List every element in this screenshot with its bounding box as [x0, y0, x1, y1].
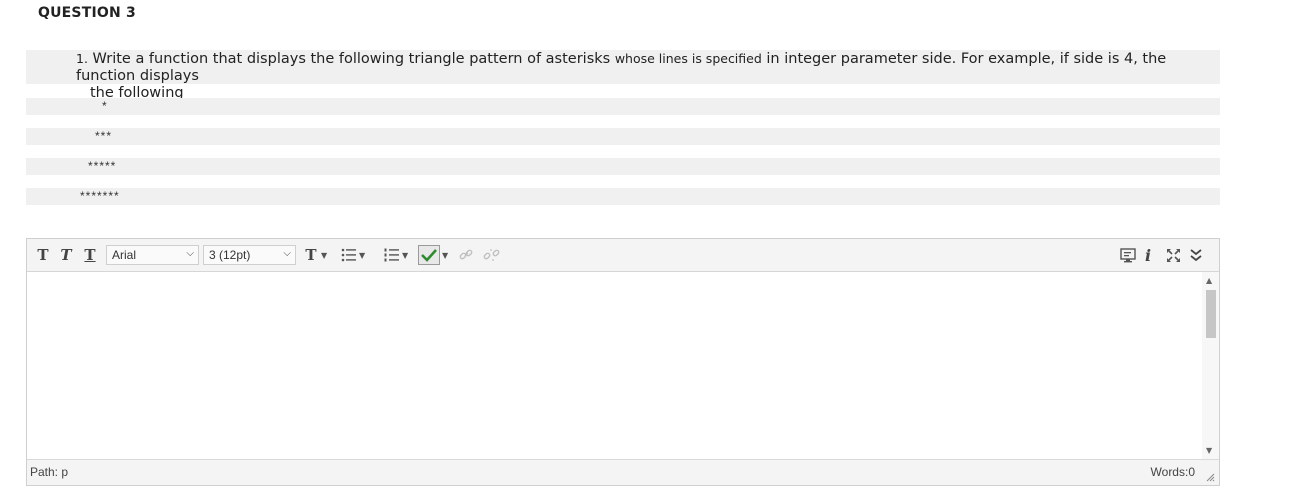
info-icon: i: [1145, 245, 1152, 265]
text-italic-icon[interactable]: T: [56, 244, 76, 266]
word-count: Words:0: [1150, 465, 1195, 479]
pattern-row-band: [26, 188, 1220, 205]
link-icon: [459, 249, 473, 260]
unlink-icon: [483, 249, 500, 261]
collapse-toolbar-icon: [1190, 249, 1202, 262]
font-size-value: 3 (12pt): [209, 248, 251, 262]
editor-scrollbar[interactable]: ▲ ▼: [1202, 272, 1219, 459]
question-title: QUESTION 3: [38, 5, 136, 21]
editor-text-area[interactable]: [27, 272, 1201, 459]
fullscreen-icon: [1167, 248, 1180, 262]
dropdown-arrow-icon: ▼: [321, 250, 328, 260]
spellcheck-icon: [418, 245, 440, 265]
collapse-toolbar-button[interactable]: [1190, 244, 1202, 266]
fullscreen-button[interactable]: [1166, 244, 1181, 266]
scrollbar-thumb[interactable]: [1206, 290, 1216, 338]
chevron-down-icon: ⌵: [186, 248, 194, 259]
bullet-list-button[interactable]: ▼: [341, 244, 365, 266]
dropdown-arrow-icon: ▼: [402, 250, 409, 260]
text-bold-icon[interactable]: T: [33, 244, 53, 266]
dropdown-arrow-icon: ▼: [442, 250, 449, 260]
pattern-line: *****: [88, 159, 117, 173]
element-path: Path: p: [30, 465, 69, 479]
chevron-down-icon: ⌵: [283, 248, 291, 259]
editor-toolbar: T T T Arial ⌵ 3 (12pt) ⌵ T ▼ ▼ ▼ ▼ i: [27, 239, 1219, 272]
unlink-button[interactable]: [483, 244, 501, 266]
spellcheck-button[interactable]: ▼: [418, 244, 448, 266]
question-text: 1. Write a function that displays the fo…: [76, 50, 1216, 102]
preview-button[interactable]: [1120, 244, 1136, 266]
numbered-list-button[interactable]: ▼: [384, 244, 408, 266]
info-button[interactable]: i: [1145, 244, 1151, 266]
pattern-row-band: [26, 128, 1220, 145]
text-color-button[interactable]: T ▼: [303, 244, 327, 266]
pattern-line: ***: [95, 129, 113, 143]
font-family-select[interactable]: Arial ⌵: [106, 245, 199, 265]
link-button[interactable]: [459, 244, 473, 266]
question-text-small: whose lines is specified: [614, 51, 762, 66]
scroll-up-icon[interactable]: ▲: [1206, 276, 1212, 285]
font-size-select[interactable]: 3 (12pt) ⌵: [203, 245, 296, 265]
pattern-line: *: [102, 99, 108, 113]
pattern-row-band: [26, 98, 1220, 115]
preview-icon: [1120, 247, 1136, 262]
bullet-list-icon: [341, 248, 356, 262]
pattern-line: *******: [80, 189, 120, 203]
dropdown-arrow-icon: ▼: [359, 250, 366, 260]
answer-editor: T T T Arial ⌵ 3 (12pt) ⌵ T ▼ ▼ ▼ ▼ i ▲ ▼…: [26, 238, 1220, 486]
pattern-row-band: [26, 158, 1220, 175]
numbered-list-icon: [384, 248, 399, 262]
resize-grip-icon[interactable]: [1205, 472, 1215, 482]
question-number: 1.: [76, 51, 88, 66]
question-text-a: Write a function that displays the follo…: [92, 51, 611, 67]
scroll-down-icon[interactable]: ▼: [1206, 446, 1212, 455]
text-underline-icon[interactable]: T: [80, 244, 100, 266]
text-color-icon: T: [305, 246, 317, 264]
font-family-value: Arial: [112, 248, 137, 262]
editor-statusbar: Path: p Words:0: [27, 459, 1219, 485]
